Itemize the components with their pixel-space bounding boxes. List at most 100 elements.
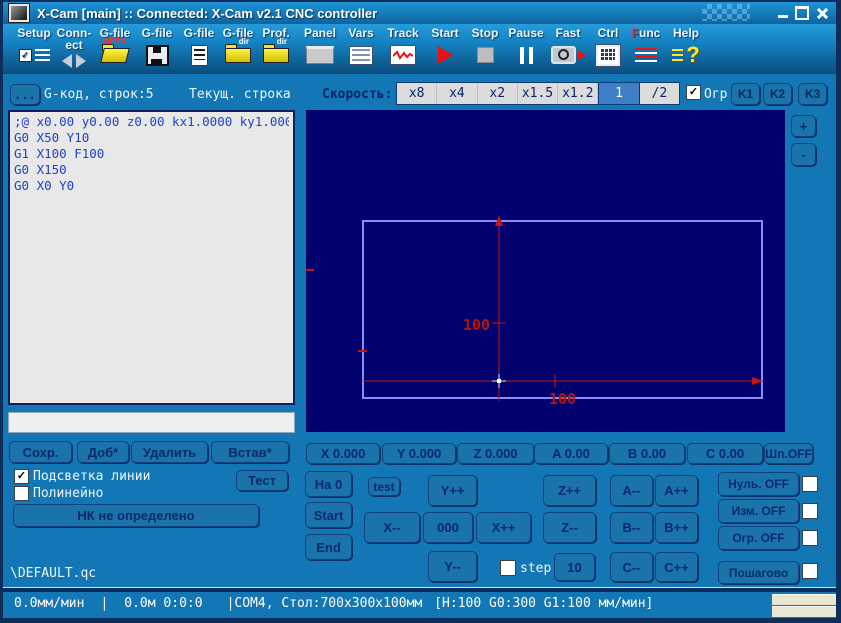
null-off-button[interactable]: Нуль. OFF [718,472,799,496]
perline-checkbox[interactable] [14,486,29,501]
folder-icon [263,43,289,63]
speed-half[interactable]: /2 [640,83,679,104]
toolbar-gfile-save-label: G-file [141,26,173,40]
document-icon [190,44,208,66]
ogr-off-checkbox[interactable] [802,530,818,546]
add-button[interactable]: Доб* [77,441,129,463]
speed-1-selected[interactable]: 1 [598,83,640,104]
end-button[interactable]: End [305,534,352,560]
jog-y-minus-button[interactable]: Y-- [428,551,477,582]
perline-label: Полинейно [33,486,104,501]
highlight-line-checkbox[interactable]: ✓ [14,469,29,484]
coord-x-button[interactable]: X 0.000 [306,443,380,464]
window-title: X-Cam [main] :: Connected: X-Cam v2.1 CN… [37,5,378,21]
step-mode-checkbox[interactable] [802,563,818,579]
spindle-button[interactable]: Шп.OFF [764,443,813,464]
step-mode-button[interactable]: Пошагово [718,561,799,584]
stop-icon [476,47,494,63]
izm-off-button[interactable]: Изм. OFF [718,499,799,523]
status-bar: 0.0мм/мин | 0.0м 0:0:0 |COM4, Стол:700x3… [14,596,653,611]
ogr-off-button[interactable]: Огр. OFF [718,526,799,550]
jog-zero-button[interactable]: 000 [423,512,473,543]
app-icon [8,3,30,23]
test-jog-button[interactable]: test [368,477,400,496]
func-label-f: F [631,26,639,40]
highlight-line-label: Подсветка линии [33,469,151,484]
current-filename: \DEFAULT.qc [10,566,97,581]
izm-off-checkbox[interactable] [802,503,818,519]
test-button[interactable]: Тест [236,470,288,491]
step-value-button[interactable]: 10 [554,553,595,581]
check-icon: ✓ [16,470,27,482]
maximize-button[interactable] [794,5,810,20]
ogr-label: Огр [704,87,728,102]
k3-button[interactable]: K3 [798,83,827,105]
toolbar-connect-label2: ect [65,38,83,52]
jog-y-plus-button[interactable]: Y++ [428,475,477,506]
ellipsis-button[interactable]: ... [10,84,40,105]
jog-z-minus-button[interactable]: Z-- [543,512,596,543]
jog-a-plus-button[interactable]: A++ [655,475,698,506]
ogr-checkbox[interactable]: ✓ [686,85,701,100]
coord-b-button[interactable]: B 0.00 [609,443,685,464]
close-icon [816,7,828,19]
speed-x1-5[interactable]: x1.5 [518,83,559,104]
panel-icon [306,46,334,64]
dimension-label-x: 100 [549,390,576,408]
folder-open-icon [102,43,128,63]
gcode-lines-label: G-код, строк:5 [44,87,154,102]
pause-icon [519,46,533,64]
play-icon [437,46,453,64]
crosshair-center [497,379,501,383]
step-label: step [520,561,552,576]
dimension-label-y: 100 [463,316,490,334]
k1-button[interactable]: K1 [731,83,760,105]
speed-x2[interactable]: x2 [478,83,518,104]
camera-icon [550,46,576,64]
maximize-icon [795,5,809,20]
delete-button[interactable]: Удалить [131,441,208,463]
toolbar-ctrl-label: Ctrl [597,26,619,40]
track-waveform-icon [390,45,416,65]
save-button[interactable]: Сохр. [9,441,72,463]
go-zero-button[interactable]: На 0 [305,471,352,497]
jog-b-minus-button[interactable]: B-- [610,512,653,543]
jog-c-minus-button[interactable]: C-- [610,552,653,582]
jog-z-plus-button[interactable]: Z++ [543,475,596,506]
nk-status-button[interactable]: НК не определено [13,504,259,527]
jog-b-plus-button[interactable]: B++ [655,512,698,543]
coord-z-button[interactable]: Z 0.000 [457,443,534,464]
start-button[interactable]: Start [305,502,352,528]
status-limits: [H:100 G0:300 G1:100 мм/мин] [434,596,654,611]
toolbar-panel-label: Panel [303,26,336,40]
close-button[interactable] [814,5,830,20]
progress-bar-top [772,594,836,605]
coord-y-button[interactable]: Y 0.000 [382,443,456,464]
toolbar-help[interactable]: Help ? [658,27,714,68]
zoom-out-button[interactable]: - [791,143,816,166]
k2-button[interactable]: K2 [763,83,792,105]
current-line-label: Текущ. строка [189,87,291,102]
floppy-save-icon [145,44,169,66]
null-off-checkbox[interactable] [802,476,818,492]
titlebar-decoration [702,4,750,21]
jog-a-minus-button[interactable]: A-- [610,475,653,506]
jog-x-minus-button[interactable]: X-- [364,512,420,543]
toolbar-help-label: Help [672,26,699,40]
minimize-button[interactable] [775,5,791,20]
zoom-in-button[interactable]: + [791,115,816,137]
speed-x1-2[interactable]: x1.2 [558,83,599,104]
coord-a-button[interactable]: A 0.00 [534,443,608,464]
coord-c-button[interactable]: C 0.00 [687,443,763,464]
insert-button[interactable]: Встав* [211,441,289,463]
speed-x8[interactable]: x8 [397,83,438,104]
jog-c-plus-button[interactable]: C++ [655,552,698,582]
gcode-editor[interactable]: ;@ x0.00 y0.00 z0.00 kx1.0000 ky1.0000 G… [8,110,295,405]
jog-x-plus-button[interactable]: X++ [476,512,531,543]
toolpath-canvas[interactable]: 100 100 [306,110,785,432]
step-checkbox[interactable] [500,560,516,576]
gcode-line: G1 X100 F100 [14,146,105,161]
speed-x4[interactable]: x4 [437,83,478,104]
line-edit-input[interactable] [8,412,295,433]
toolbar: Setup ✓ Conn- ect G-file OPEN G-file G-f… [3,24,836,76]
